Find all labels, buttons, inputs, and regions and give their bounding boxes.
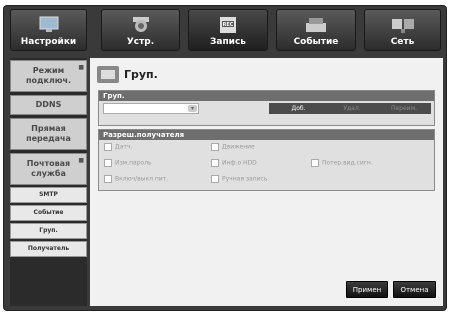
sidebar-subitem-label: Получатель <box>27 245 70 252</box>
checkbox[interactable] <box>104 159 112 167</box>
monitor-icon <box>39 16 58 32</box>
group-panel: Груп. ▾ Доб. Удал. Переим. <box>98 90 435 126</box>
group-panel-header: Груп. <box>99 91 434 101</box>
checkbox[interactable] <box>211 175 219 183</box>
option-label: Инф.о HDD <box>222 159 257 167</box>
sidebar-item-label: DDNS <box>35 100 62 109</box>
tab-network[interactable]: Сеть <box>364 9 441 51</box>
checkbox[interactable] <box>211 159 219 167</box>
marker-icon: ■ <box>78 64 84 71</box>
top-menu: Настройки Устр. REC Запись Событие Сеть <box>4 6 446 54</box>
checkbox[interactable] <box>311 159 319 167</box>
camera-icon <box>132 17 149 32</box>
group-icon <box>97 66 119 83</box>
sidebar-subitem-label: SMTP <box>39 191 58 198</box>
network-icon <box>391 19 414 33</box>
checkbox[interactable] <box>104 143 112 151</box>
content-area: Груп. Груп. ▾ Доб. Удал. Переим. Разреш.… <box>90 58 443 306</box>
checkbox[interactable] <box>211 143 219 151</box>
rename-button[interactable]: Переим. <box>379 104 429 113</box>
tab-record[interactable]: REC Запись <box>188 9 268 51</box>
sidebar-subitem-group[interactable]: Груп. <box>10 223 87 239</box>
app-window: Настройки Устр. REC Запись Событие Сеть … <box>3 5 447 311</box>
sidebar-item-mail-service[interactable]: ■ Почтовая служба <box>10 153 87 185</box>
sidebar-subitem-recipient[interactable]: Получатель <box>10 241 87 257</box>
permission-panel: Разреш.получателя Датч. Движение Изм.пар… <box>98 129 435 191</box>
delete-button[interactable]: Удал. <box>327 104 377 113</box>
tab-label: Событие <box>293 37 339 47</box>
option-label: Включ/выкл пит. <box>115 175 169 183</box>
option-label: Датч. <box>115 143 133 151</box>
option-label: Движение <box>222 143 255 151</box>
sidebar-item-label: Режим подключ. <box>25 66 72 85</box>
option-label: Изм.пароль <box>115 159 152 167</box>
sidebar: ■ Режим подключ. DDNS Прямая передача ■ … <box>10 58 87 306</box>
sidebar-item-direct-transfer[interactable]: Прямая передача <box>10 118 87 150</box>
option-video-loss[interactable]: Потер.вид.сигн. <box>311 159 373 167</box>
event-icon <box>306 18 326 32</box>
sidebar-item-label: Прямая передача <box>26 124 71 143</box>
tab-device[interactable]: Устр. <box>101 9 180 51</box>
permission-panel-header: Разреш.получателя <box>99 130 434 140</box>
option-power-onoff[interactable]: Включ/выкл пит. <box>104 175 168 183</box>
cancel-button[interactable]: Отмена <box>393 281 436 298</box>
sidebar-item-connection-mode[interactable]: ■ Режим подключ. <box>10 60 87 92</box>
chevron-down-icon[interactable]: ▾ <box>188 105 197 112</box>
tab-settings[interactable]: Настройки <box>10 9 87 51</box>
apply-button[interactable]: Примен <box>346 281 388 298</box>
sidebar-item-label: Почтовая служба <box>26 159 71 178</box>
sidebar-subitem-label: Груп. <box>39 227 58 234</box>
option-motion[interactable]: Движение <box>211 143 255 151</box>
marker-icon: ■ <box>78 157 84 164</box>
rec-icon: REC <box>220 17 236 33</box>
svg-text:REC: REC <box>223 22 234 28</box>
option-sensor[interactable]: Датч. <box>104 143 132 151</box>
group-select[interactable]: ▾ <box>103 103 199 114</box>
checkbox[interactable] <box>104 175 112 183</box>
option-hdd-info[interactable]: Инф.о HDD <box>211 159 257 167</box>
tab-label: Сеть <box>390 37 415 47</box>
option-label: Ручная запись <box>222 175 268 183</box>
tab-label: Настройки <box>20 37 77 47</box>
tab-label: Запись <box>209 37 247 47</box>
add-button[interactable]: Доб. <box>271 104 326 113</box>
group-action-bar: Доб. Удал. Переим. <box>269 103 431 114</box>
option-password-change[interactable]: Изм.пароль <box>104 159 152 167</box>
sidebar-subitem-label: Событие <box>33 209 64 216</box>
tab-event[interactable]: Событие <box>276 9 356 51</box>
option-label: Потер.вид.сигн. <box>322 159 373 167</box>
tab-label: Устр. <box>126 37 155 47</box>
sidebar-item-ddns[interactable]: DDNS <box>10 95 87 115</box>
sidebar-subitem-event[interactable]: Событие <box>10 205 87 221</box>
page-title: Груп. <box>124 68 158 81</box>
option-manual-record[interactable]: Ручная запись <box>211 175 267 183</box>
sidebar-subitem-smtp[interactable]: SMTP <box>10 187 87 203</box>
